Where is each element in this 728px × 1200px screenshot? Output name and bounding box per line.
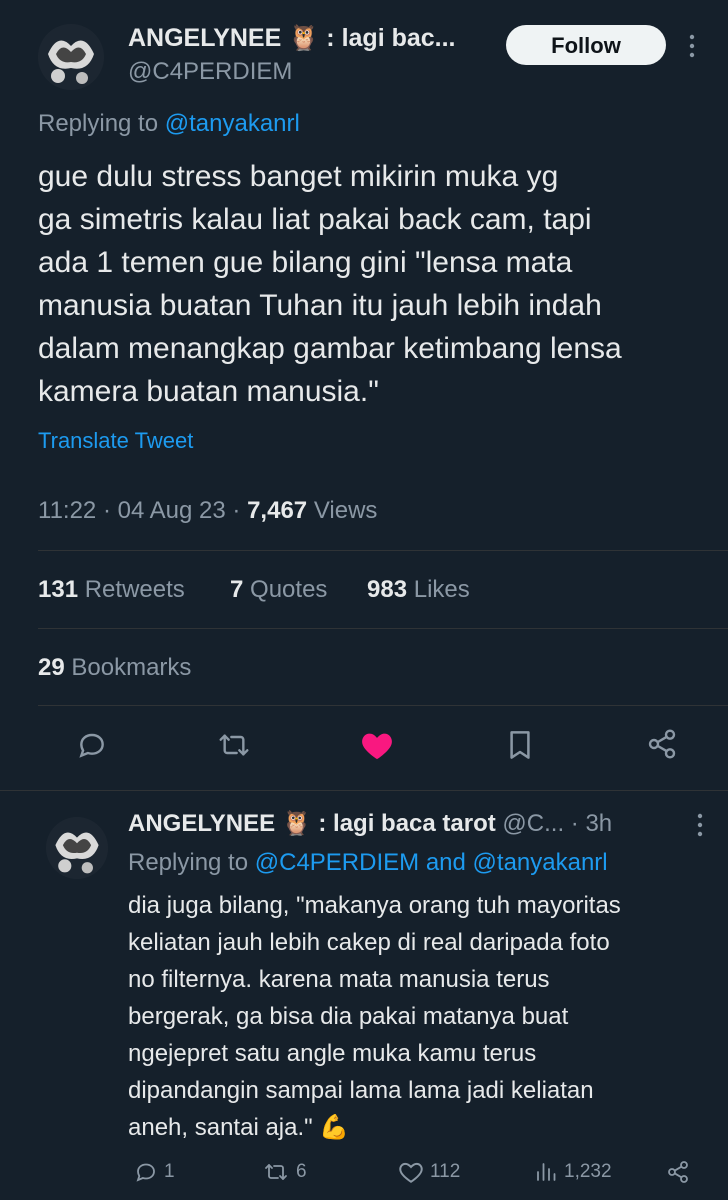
- replying-to-link[interactable]: @tanyakanrl: [473, 849, 608, 876]
- bookmarks-label: Bookmarks: [71, 654, 192, 681]
- tweet-text-line: kamera buatan manusia.": [38, 375, 379, 408]
- reply-text-line: ngejepret satu angle muka kamu terus: [128, 1040, 537, 1067]
- reply-header: ANGELYNEE 🦉 : lagi baca tarot @C... · 3h: [128, 809, 612, 838]
- tweet-time[interactable]: 11:22: [38, 497, 96, 524]
- author-display-name[interactable]: ANGELYNEE 🦉 : lagi bac...: [128, 24, 456, 53]
- retweets-stat[interactable]: 131 Retweets: [38, 576, 185, 604]
- reply-replying-to-line: Replying to @C4PERDIEM and @tanyakanrl: [128, 849, 608, 877]
- reply-retweet-action[interactable]: 6: [262, 1160, 307, 1184]
- reply-text-line: dia juga bilang, "makanya orang tuh mayo…: [128, 892, 621, 919]
- replying-prefix: Replying to: [128, 849, 249, 876]
- reply-text-line: bergerak, ga bisa dia pakai matanya buat: [128, 1003, 569, 1030]
- reply-text-line: no filternya. karena mata manusia terus: [128, 966, 550, 993]
- retweets-label: Retweets: [84, 576, 185, 603]
- reply-text-line: aneh, santai aja." 💪: [128, 1114, 350, 1141]
- reply-reply-count: 1: [164, 1161, 175, 1182]
- reply-text-line: keliatan jauh lebih cakep di real daripa…: [128, 929, 610, 956]
- replying-prefix: Replying to: [38, 110, 159, 137]
- views-icon: [537, 1163, 556, 1181]
- retweet-icon: [265, 1164, 287, 1180]
- main-tweet: ANGELYNEE 🦉 : lagi bac... @C4PERDIEM Fol…: [0, 0, 728, 790]
- like-icon[interactable]: [360, 729, 394, 761]
- more-vertical-icon[interactable]: [684, 32, 700, 60]
- retweet-icon[interactable]: [216, 729, 252, 761]
- like-icon: [399, 1162, 423, 1183]
- reply-body: dia juga bilang, "makanya orang tuh mayo…: [128, 887, 724, 1146]
- reply-share-action[interactable]: [666, 1160, 690, 1184]
- translate-tweet-link[interactable]: Translate Tweet: [38, 428, 193, 454]
- likes-count: 983: [367, 576, 408, 603]
- author-avatar[interactable]: [38, 24, 104, 90]
- reply-icon[interactable]: [76, 729, 108, 761]
- divider: [38, 628, 728, 629]
- reply-author-avatar[interactable]: [46, 817, 108, 879]
- tweet-date[interactable]: 04 Aug 23: [118, 497, 226, 524]
- views-count: 7,467: [247, 497, 308, 524]
- tweet-text-line: manusia buatan Tuhan itu jauh lebih inda…: [38, 289, 602, 322]
- more-vertical-icon[interactable]: [692, 811, 708, 839]
- views-label: Views: [313, 497, 378, 524]
- likes-label: Likes: [413, 576, 470, 603]
- reply-like-action[interactable]: 112: [398, 1160, 460, 1184]
- tweet-body: gue dulu stress banget mikirin muka yg g…: [38, 155, 718, 413]
- reply-author-handle[interactable]: @C...: [502, 810, 564, 837]
- reply-retweet-count: 6: [296, 1161, 307, 1182]
- reply-views-action[interactable]: 1,232: [534, 1160, 612, 1184]
- replying-to-line: Replying to @tanyakanrl: [38, 110, 300, 138]
- share-icon: [668, 1161, 688, 1183]
- reply-icon: [136, 1163, 155, 1182]
- meta-separator: ·: [232, 497, 248, 524]
- reply-author-name[interactable]: ANGELYNEE 🦉 : lagi baca tarot: [128, 810, 496, 837]
- follow-button[interactable]: Follow: [506, 25, 666, 65]
- reply-time[interactable]: · 3h: [571, 810, 612, 837]
- tweet-text-line: ada 1 temen gue bilang gini "lensa mata: [38, 246, 573, 279]
- likes-stat[interactable]: 983 Likes: [367, 576, 470, 604]
- replying-and: and: [425, 849, 466, 876]
- bookmarks-stat[interactable]: 29 Bookmarks: [38, 654, 191, 682]
- share-icon[interactable]: [646, 727, 678, 761]
- reply-views-count: 1,232: [564, 1161, 612, 1182]
- tweet-meta: 11:22 · 04 Aug 23 · 7,467 Views: [38, 497, 377, 525]
- retweets-count: 131: [38, 576, 79, 603]
- quotes-count: 7: [230, 576, 244, 603]
- replying-to-link[interactable]: @C4PERDIEM: [255, 849, 419, 876]
- tweet-text-line: ga simetris kalau liat pakai back cam, t…: [38, 203, 592, 236]
- divider: [38, 550, 728, 551]
- reply-reply-action[interactable]: 1: [134, 1160, 175, 1184]
- bookmark-icon[interactable]: [506, 728, 534, 762]
- bookmarks-count: 29: [38, 654, 65, 681]
- tweet-text-line: dalam menangkap gambar ketimbang lensa: [38, 332, 622, 365]
- replying-to-link[interactable]: @tanyakanrl: [165, 110, 300, 137]
- quotes-label: Quotes: [250, 576, 328, 603]
- meta-separator: ·: [102, 497, 118, 524]
- reply-text-line: dipandangin sampai lama lama jadi keliat…: [128, 1077, 594, 1104]
- author-handle[interactable]: @C4PERDIEM: [128, 58, 292, 86]
- reply-like-count: 112: [430, 1161, 461, 1182]
- tweet-text-line: gue dulu stress banget mikirin muka yg: [38, 160, 559, 193]
- quotes-stat[interactable]: 7 Quotes: [230, 576, 327, 604]
- reply-tweet[interactable]: ANGELYNEE 🦉 : lagi baca tarot @C... · 3h…: [0, 791, 728, 1200]
- divider: [38, 705, 728, 706]
